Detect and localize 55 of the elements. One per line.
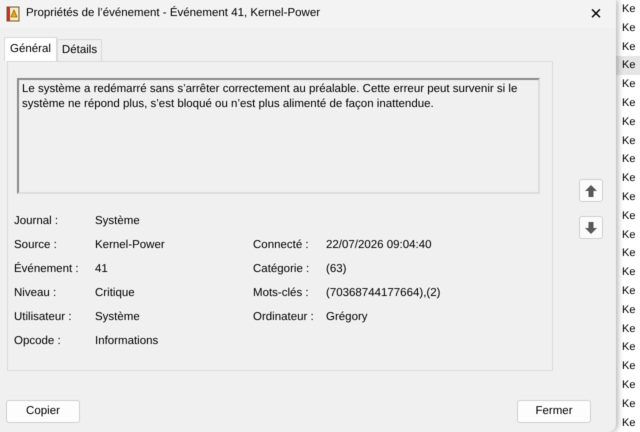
window-title: Propriétés de l’événement - Événement 41, Kernel-Power xyxy=(26,5,322,22)
list-row[interactable]: Ke xyxy=(616,188,640,207)
list-row[interactable]: Ke xyxy=(616,394,640,414)
list-row[interactable]: Ke xyxy=(616,169,640,188)
list-row[interactable]: Ke xyxy=(616,75,640,94)
up-arrow-button[interactable] xyxy=(579,179,603,202)
list-row[interactable]: Ke xyxy=(616,112,640,132)
field-label: Ordinateur : xyxy=(253,310,315,326)
dialog-button[interactable]: Fermer xyxy=(517,400,591,424)
list-row[interactable]: Ke xyxy=(616,132,640,150)
field-label: Opcode : xyxy=(14,334,62,350)
field-label: Journal : xyxy=(14,214,60,230)
list-row[interactable]: Ke xyxy=(616,56,640,76)
field-label: Catégorie : xyxy=(253,262,310,278)
field-value: Kernel-Power xyxy=(95,238,166,254)
list-row[interactable]: Ke xyxy=(616,357,640,376)
field-value: Critique xyxy=(95,286,136,302)
down-arrow-button[interactable] xyxy=(579,216,603,240)
list-row[interactable]: Ke xyxy=(616,300,640,320)
tab[interactable]: Général xyxy=(4,37,57,62)
dialog-button[interactable]: Copier xyxy=(6,400,80,424)
field-value: Système xyxy=(95,310,141,326)
description-box: Le système a redémarré sans s’arrêter correctement au préalable. Cette erreur peut survenir si le système ne répond plus, s’est bloqué ou n’est plus alimenté de façon inattendue. xyxy=(17,78,540,194)
event-log-icon xyxy=(6,6,20,22)
list-row[interactable]: Ke xyxy=(616,338,640,358)
close-button[interactable]: × xyxy=(582,4,610,24)
field-value: Grégory xyxy=(326,310,369,326)
list-row[interactable]: Ke xyxy=(616,376,640,395)
field-value: Informations xyxy=(95,334,160,350)
field-label: Événement : xyxy=(14,261,80,278)
field-label: Utilisateur : xyxy=(14,310,73,326)
down-arrow-icon xyxy=(585,222,597,234)
list-row[interactable]: Ke xyxy=(616,0,640,19)
list-row[interactable]: Ke xyxy=(616,244,640,264)
list-row[interactable]: Ke xyxy=(616,150,640,170)
field-label: Source : xyxy=(14,238,58,254)
field-label: Mots-clés : xyxy=(253,286,310,302)
list-row[interactable]: Ke xyxy=(616,226,640,244)
list-row[interactable]: Ke xyxy=(616,38,640,56)
list-row[interactable]: Ke xyxy=(616,206,640,226)
list-row[interactable]: Ke xyxy=(616,414,640,432)
field-value: 41 xyxy=(95,262,109,278)
list-row[interactable]: Ke xyxy=(616,18,640,38)
list-row[interactable]: Ke xyxy=(616,94,640,113)
field-value: (70368744177664),(2) xyxy=(326,286,442,302)
field-label: Connecté : xyxy=(253,238,310,254)
field-label: Niveau : xyxy=(14,286,58,302)
field-value: 22/07/2026 09:04:40 xyxy=(326,238,433,254)
field-value: (63) xyxy=(326,262,348,278)
tab[interactable]: Détails xyxy=(56,39,102,62)
list-row[interactable]: Ke xyxy=(616,282,640,301)
list-row[interactable]: Ke xyxy=(616,320,640,338)
list-row[interactable]: Ke xyxy=(616,263,640,282)
up-arrow-icon xyxy=(585,184,597,197)
field-value: Système xyxy=(95,214,141,230)
